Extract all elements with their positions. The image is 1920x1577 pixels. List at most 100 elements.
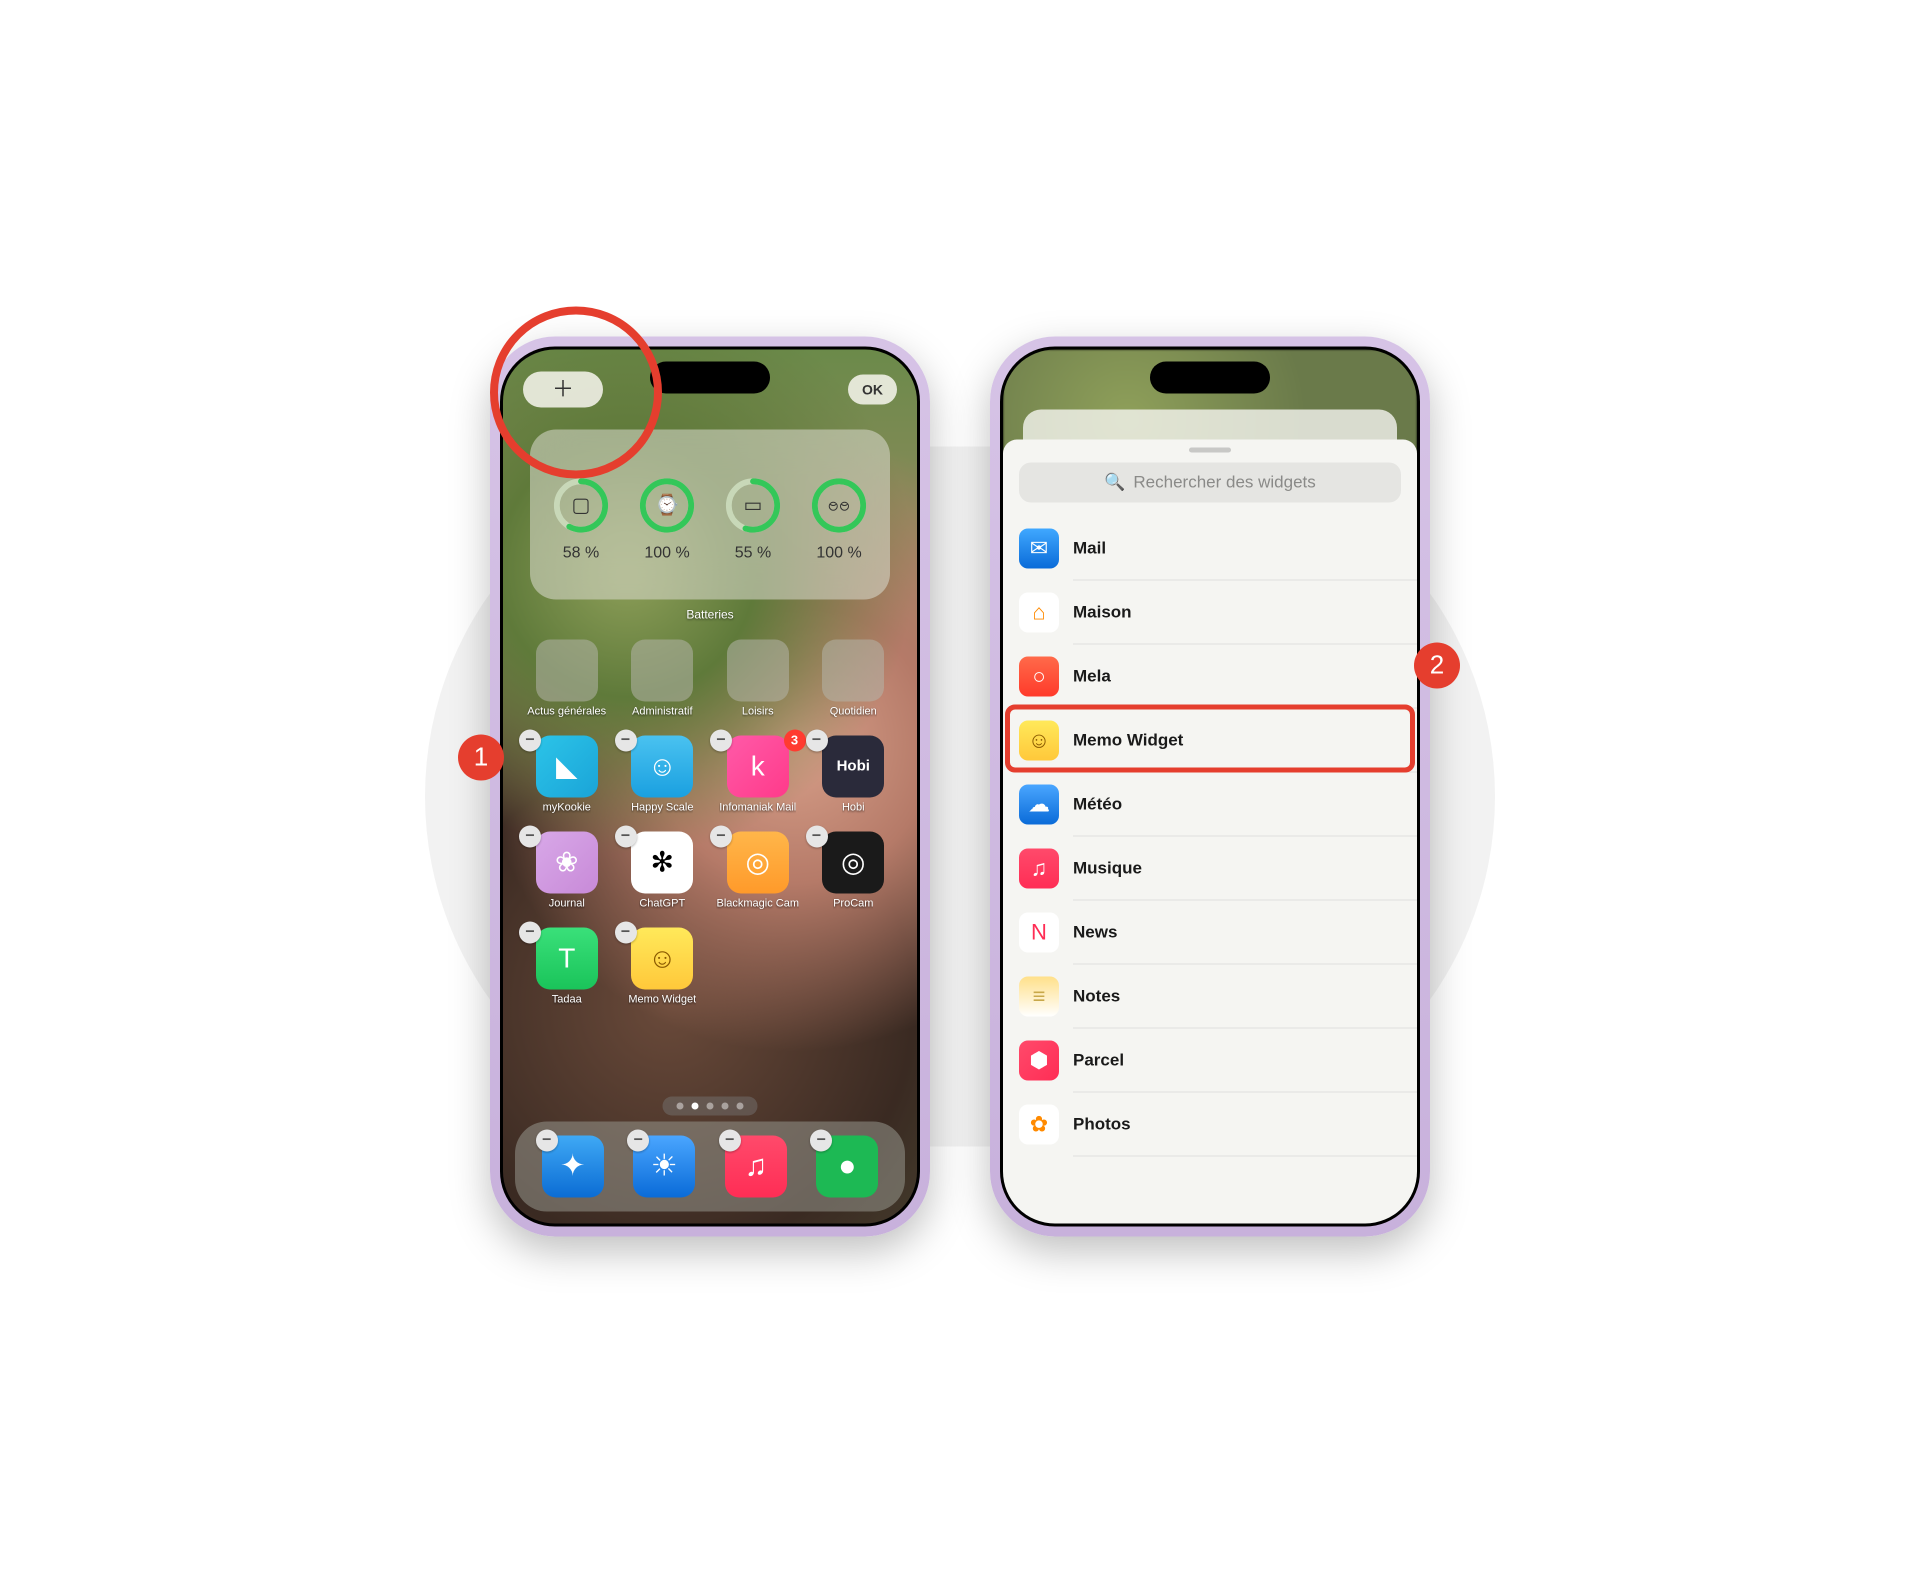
battery-item-airpods: ႎႎ 100 %	[796, 476, 882, 562]
done-button[interactable]: OK	[848, 374, 897, 404]
widget-row-Photos[interactable]: ✿ Photos	[1019, 1092, 1417, 1156]
widget-row-Météo[interactable]: ☁ Météo	[1019, 772, 1417, 836]
app-label: Blackmagic Cam	[716, 897, 799, 909]
battery-item-watch: ⌚ 100 %	[624, 476, 710, 562]
battery-item-case: ▭ 55 %	[710, 476, 796, 562]
widget-row-Maison[interactable]: ⌂ Maison	[1019, 580, 1417, 644]
remove-app-icon[interactable]: −	[806, 729, 828, 751]
app-label: Memo Widget	[628, 993, 696, 1005]
app-label: Tadaa	[552, 993, 582, 1005]
app-Hobi[interactable]: − Hobi Hobi	[812, 735, 896, 813]
widget-app-icon: ✉	[1019, 528, 1059, 568]
folder-Quotidien[interactable]: Quotidien	[812, 639, 896, 717]
widget-app-icon: N	[1019, 912, 1059, 952]
app-label: ProCam	[833, 897, 873, 909]
folder-Actus générales[interactable]: Actus générales	[525, 639, 609, 717]
device-icon: ႎႎ	[828, 490, 851, 520]
search-icon: 🔍	[1104, 472, 1125, 492]
widget-row-Mail[interactable]: ✉ Mail	[1019, 516, 1417, 580]
app-label: myKookie	[543, 801, 591, 813]
widget-app-icon: ⌂	[1019, 592, 1059, 632]
remove-app-icon[interactable]: −	[615, 729, 637, 751]
app-label: ChatGPT	[639, 897, 685, 909]
battery-percent: 100 %	[816, 544, 861, 562]
widget-picker-sheet[interactable]: 🔍 Rechercher des widgets ✉ Mail ⌂ Maison…	[1003, 439, 1417, 1223]
widget-app-icon: ☁	[1019, 784, 1059, 824]
phone-left: ＋ OK ▢ 58 % ⌚	[490, 336, 930, 1236]
notification-badge: 3	[784, 729, 806, 751]
widget-row-label: Notes	[1073, 986, 1120, 1006]
widget-app-icon: ♫	[1019, 848, 1059, 888]
folder-Loisirs[interactable]: Loisirs	[716, 639, 800, 717]
app-ProCam[interactable]: − ◎ ProCam	[812, 831, 896, 909]
remove-app-icon[interactable]: −	[615, 825, 637, 847]
widget-row-label: Photos	[1073, 1114, 1131, 1134]
step-badge-2: 2	[1414, 642, 1460, 688]
battery-percent: 58 %	[563, 544, 599, 562]
batteries-widget[interactable]: ▢ 58 % ⌚ 100 % ▭ 55 %	[530, 429, 890, 599]
dock-app-weather[interactable]: − ☀	[633, 1135, 695, 1197]
widget-app-icon: ≡	[1019, 976, 1059, 1016]
app-Tadaa[interactable]: − T Tadaa	[525, 927, 609, 1005]
widget-row-Notes[interactable]: ≡ Notes	[1019, 964, 1417, 1028]
battery-item-phone: ▢ 58 %	[538, 476, 624, 562]
remove-app-icon[interactable]: −	[710, 729, 732, 751]
remove-app-icon[interactable]: −	[519, 825, 541, 847]
battery-percent: 100 %	[644, 544, 689, 562]
dock-app-music[interactable]: − ♫	[725, 1135, 787, 1197]
widget-list: ✉ Mail ⌂ Maison ○ Mela ☺ Memo Widget ☁ M…	[1003, 516, 1417, 1156]
dock-app-safari[interactable]: − ✦	[542, 1135, 604, 1197]
app-Happy Scale[interactable]: − ☺ Happy Scale	[621, 735, 705, 813]
app-label: Hobi	[842, 801, 865, 813]
home-screen-jiggle: ＋ OK ▢ 58 % ⌚	[503, 349, 917, 1223]
plus-icon: ＋	[552, 378, 574, 400]
folder-label: Actus générales	[527, 705, 606, 717]
remove-app-icon[interactable]: −	[719, 1129, 741, 1151]
folder-label: Quotidien	[830, 705, 877, 717]
remove-app-icon[interactable]: −	[536, 1129, 558, 1151]
widget-row-label: Mela	[1073, 666, 1111, 686]
widget-app-icon: ⬢	[1019, 1040, 1059, 1080]
folder-label: Loisirs	[742, 705, 774, 717]
widget-row-label: Mail	[1073, 538, 1106, 558]
widget-row-Musique[interactable]: ♫ Musique	[1019, 836, 1417, 900]
app-Journal[interactable]: − ❀ Journal	[525, 831, 609, 909]
widget-row-News[interactable]: N News	[1019, 900, 1417, 964]
dock-app-spotify[interactable]: − ●	[816, 1135, 878, 1197]
phone-right: 🔍 Rechercher des widgets ✉ Mail ⌂ Maison…	[990, 336, 1430, 1236]
remove-app-icon[interactable]: −	[615, 921, 637, 943]
widget-row-label: Maison	[1073, 602, 1132, 622]
widget-row-label: Météo	[1073, 794, 1122, 814]
widget-row-label: News	[1073, 922, 1117, 942]
widget-app-icon: ☺	[1019, 720, 1059, 760]
widget-app-icon: ✿	[1019, 1104, 1059, 1144]
app-label: Infomaniak Mail	[719, 801, 796, 813]
app-label: Journal	[549, 897, 585, 909]
dock: − ✦ − ☀ − ♫ − ●	[515, 1121, 905, 1211]
widget-app-icon: ○	[1019, 656, 1059, 696]
folder-label: Administratif	[632, 705, 693, 717]
remove-app-icon[interactable]: −	[710, 825, 732, 847]
remove-app-icon[interactable]: −	[519, 729, 541, 751]
widget-row-Parcel[interactable]: ⬢ Parcel	[1019, 1028, 1417, 1092]
widget-row-label: Parcel	[1073, 1050, 1124, 1070]
widget-row-Mela[interactable]: ○ Mela	[1019, 644, 1417, 708]
widget-picker-screen: 🔍 Rechercher des widgets ✉ Mail ⌂ Maison…	[1003, 349, 1417, 1223]
search-input[interactable]: 🔍 Rechercher des widgets	[1019, 462, 1401, 502]
app-Blackmagic Cam[interactable]: − ◎ Blackmagic Cam	[716, 831, 800, 909]
sheet-grabber[interactable]	[1189, 447, 1231, 452]
step-badge-1: 1	[458, 734, 504, 780]
app-ChatGPT[interactable]: − ✻ ChatGPT	[621, 831, 705, 909]
search-placeholder: Rechercher des widgets	[1133, 472, 1315, 492]
add-widget-button[interactable]: ＋	[523, 371, 603, 407]
widget-row-Memo Widget[interactable]: ☺ Memo Widget	[1019, 708, 1417, 772]
app-myKookie[interactable]: − ◣ myKookie	[525, 735, 609, 813]
remove-app-icon[interactable]: −	[806, 825, 828, 847]
folder-Administratif[interactable]: Administratif	[621, 639, 705, 717]
device-icon: ▭	[744, 493, 763, 518]
page-indicator[interactable]	[663, 1096, 758, 1115]
app-Infomaniak Mail[interactable]: − 3 k Infomaniak Mail	[716, 735, 800, 813]
app-Memo Widget[interactable]: − ☺ Memo Widget	[621, 927, 705, 1005]
device-icon: ⌚	[655, 493, 680, 518]
remove-app-icon[interactable]: −	[519, 921, 541, 943]
